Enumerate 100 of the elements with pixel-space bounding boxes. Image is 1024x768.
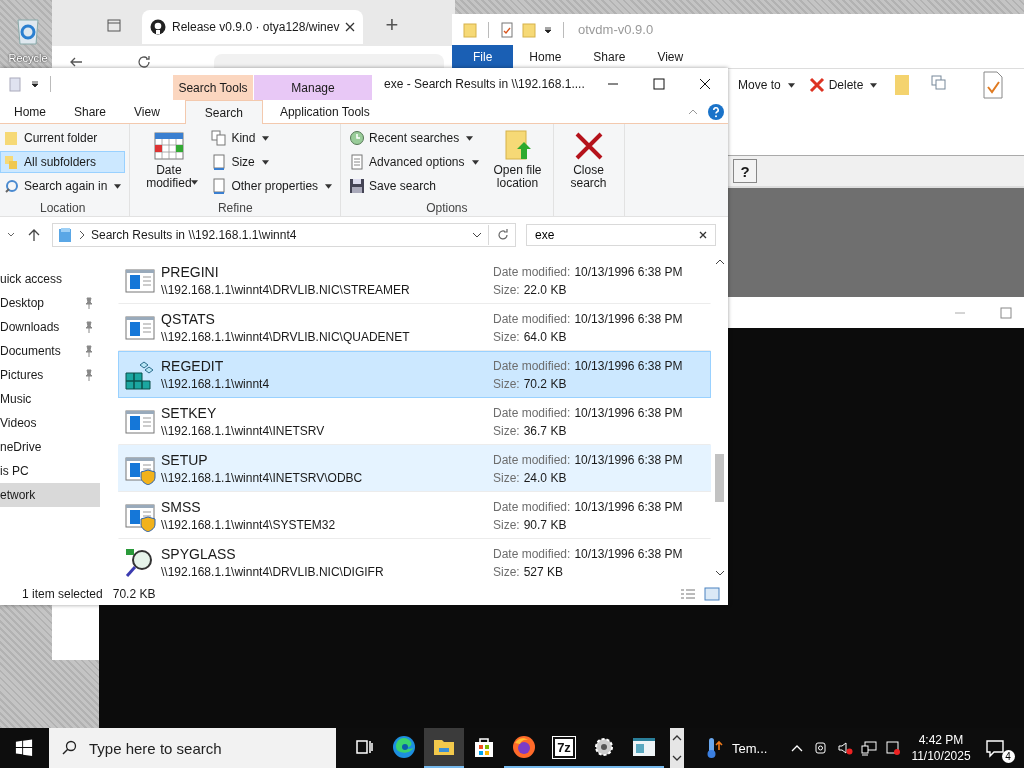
ribbon-tab[interactable]: View (120, 100, 174, 123)
weather-label[interactable]: Tem... (732, 740, 768, 756)
file-path: \\192.168.1.1\winnt4\INETSRV (161, 424, 326, 438)
address-bar[interactable]: Search Results in \\192.168.1.1\winnt4 (52, 223, 516, 247)
file-row[interactable]: REGEDIT \\192.168.1.1\winnt4 Date modified: 10/13/1996 6:38 PM Size: 70.2 KB (118, 351, 711, 398)
nav-item[interactable]: uick access (0, 267, 100, 291)
size-value: 90.7 KB (523, 517, 567, 532)
ribbon-button[interactable]: Other properties (207, 175, 337, 197)
ribbon-tab[interactable]: Home (513, 45, 578, 68)
ribbon-button[interactable]: Advanced options (345, 151, 483, 173)
file-path: \\192.168.1.1\winnt4\DRVLIB.NIC\DIGIFR (161, 565, 385, 579)
file-path: \\192.168.1.1\winnt4\INETSRV\ODBC (161, 471, 364, 485)
properties-icon[interactable] (981, 71, 1006, 99)
help-button[interactable]: ? (733, 159, 757, 183)
delete-button[interactable]: Delete (808, 77, 878, 93)
nav-item[interactable]: etwork (0, 483, 100, 507)
tiles-view-icon[interactable] (704, 585, 720, 602)
file-name: SETKEY (161, 405, 218, 421)
ribbon-button[interactable]: Close search (557, 127, 620, 199)
device-alert-icon[interactable] (885, 740, 902, 756)
date-label: Date modified: (493, 546, 571, 561)
ribbon-tab[interactable]: View (641, 45, 700, 68)
nav-item[interactable]: Downloads (0, 315, 100, 339)
start-icon[interactable] (15, 739, 33, 757)
taskbar-app[interactable] (424, 728, 464, 768)
caret-icon (325, 183, 333, 189)
search-field[interactable]: exe (526, 224, 716, 246)
caret-icon (261, 159, 269, 165)
file-row[interactable]: SMSS \\192.168.1.1\winnt4\SYSTEM32 Date modified: 10/13/1996 6:38 PM Size: 90.7 KB (118, 492, 711, 539)
refresh-icon[interactable] (136, 54, 152, 70)
caret-icon (471, 159, 479, 165)
shopping-bag-icon (472, 735, 496, 759)
ribbon-button[interactable]: Size (207, 151, 337, 173)
dropdown-icon[interactable] (543, 24, 553, 35)
window-title: otvdm-v0.9.0 (578, 22, 654, 37)
ribbon-button[interactable]: Open file location (486, 127, 549, 199)
clock[interactable]: 4:42 PM 11/10/2025 (911, 733, 971, 763)
group-label: Refine (216, 200, 254, 217)
ribbon-button[interactable]: Date modified (134, 127, 204, 199)
date-value: 10/13/1996 6:38 PM (574, 452, 683, 467)
size-label: Size: (493, 423, 520, 438)
browser-tab[interactable]: Release v0.9.0 · otya128/winev (142, 10, 364, 44)
scroll-thumb[interactable] (715, 453, 724, 502)
file-name: SMSS (161, 499, 202, 515)
window-title: exe - Search Results in \\192.168.1.... (383, 77, 586, 91)
nav-item[interactable]: is PC (0, 459, 100, 483)
tab-actions-icon[interactable] (106, 17, 122, 33)
ribbon-tab[interactable]: Home (0, 100, 60, 123)
date-label: Date modified: (493, 264, 571, 279)
nav-item[interactable]: Music (0, 387, 100, 411)
file-row[interactable]: SETUP \\192.168.1.1\winnt4\INETSRV\ODBC Date modified: 10/13/1996 6:38 PM Size: 24.0 KB (118, 445, 711, 492)
nav-item[interactable]: Desktop (0, 291, 100, 315)
size-value: 22.0 KB (523, 282, 567, 297)
new-tab-button[interactable]: + (385, 14, 399, 36)
delete-icon (808, 77, 825, 93)
ribbon-tab[interactable]: Share (577, 45, 642, 68)
taskbar-search-field[interactable]: Type here to search (49, 728, 336, 768)
muted-speaker-icon[interactable] (837, 740, 854, 756)
network-icon[interactable] (861, 740, 878, 756)
app-window-icon (632, 735, 656, 759)
move-to-button[interactable]: Move to (738, 78, 795, 92)
ribbon-tab[interactable]: Search (184, 100, 263, 124)
date-label: Date modified: (493, 452, 571, 467)
nav-item[interactable]: Documents (0, 339, 100, 363)
gear-icon (592, 735, 616, 759)
ribbon-tab[interactable]: Application Tools (265, 100, 384, 123)
taskbar-app[interactable]: 7z (544, 728, 584, 768)
ribbon-tab[interactable]: Share (60, 100, 121, 123)
notifications-icon[interactable] (984, 738, 1005, 758)
ribbon-button[interactable]: Kind (207, 127, 337, 149)
scroll-down-icon[interactable] (672, 753, 682, 763)
caret-icon (787, 82, 795, 88)
properties-icon[interactable] (499, 21, 515, 38)
close-icon[interactable] (345, 22, 356, 32)
scroll-up-icon[interactable] (672, 733, 682, 743)
ribbon-button[interactable]: Search again in (0, 175, 126, 197)
nav-item[interactable]: Pictures (0, 363, 100, 387)
date-label: Date modified: (493, 499, 571, 514)
clear-icon[interactable] (698, 230, 708, 240)
help-icon[interactable] (708, 103, 724, 120)
ribbon-button[interactable]: Save search (345, 175, 483, 197)
dropdown-icon[interactable] (30, 79, 40, 89)
firefox-icon (512, 735, 536, 759)
ribbon-button[interactable]: Current folder (0, 127, 126, 149)
status-text: 1 item selected (22, 586, 103, 601)
refresh-icon[interactable] (495, 227, 511, 243)
size-value: 36.7 KB (523, 423, 567, 438)
folders-icon (4, 154, 20, 170)
scroll-up-icon[interactable] (714, 257, 725, 267)
ribbon-tab[interactable]: File (452, 45, 514, 68)
file-row[interactable]: SPYGLASS \\192.168.1.1\winnt4\DRVLIB.NIC\DIGIFR Date modified: 10/13/1996 6:38 PM Size: 527 KB (118, 539, 711, 582)
dropdown-icon[interactable] (472, 230, 482, 240)
up-arrow-icon[interactable] (26, 227, 42, 243)
file-row[interactable]: PREGINI \\192.168.1.1\winnt4\DRVLIB.NIC\STREAMER Date modified: 10/13/1996 6:38 PM Size: 22.0 KB (118, 257, 711, 304)
nav-item[interactable]: neDrive (0, 435, 100, 459)
ribbon-button[interactable]: All subfolders (0, 151, 126, 173)
caret-icon (262, 135, 270, 141)
scroll-down-icon[interactable] (714, 568, 725, 578)
nav-item[interactable]: Videos (0, 411, 100, 435)
ribbon-button[interactable]: Recent searches (345, 127, 483, 149)
